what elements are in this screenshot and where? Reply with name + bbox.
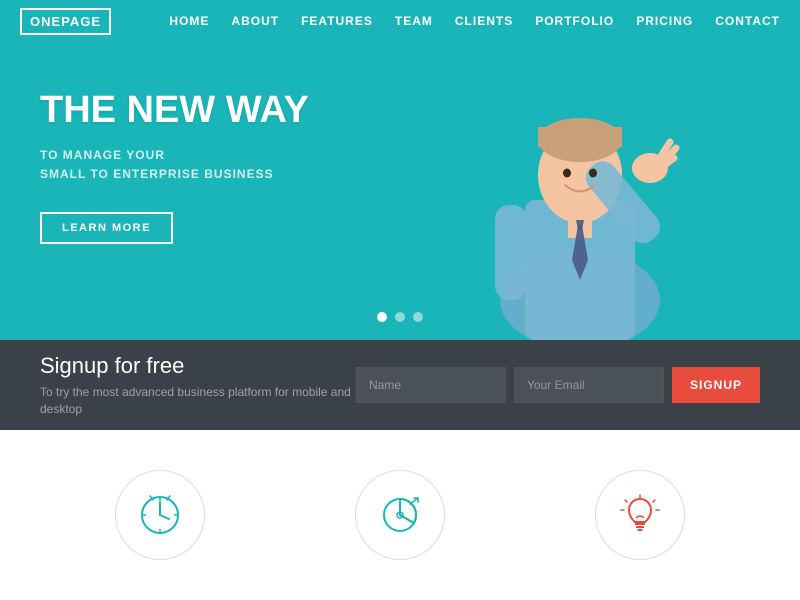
feature-item-clock xyxy=(115,470,205,560)
hero-subtitle-line2: SMALL TO ENTERPRISE BUSINESS xyxy=(40,167,274,181)
nav-contact[interactable]: CONTACT xyxy=(715,14,780,28)
logo-page: PAGE xyxy=(61,14,101,29)
signup-email-input[interactable] xyxy=(514,367,664,403)
feature-icon-circle-clock xyxy=(115,470,205,560)
logo[interactable]: ONEPAGE xyxy=(20,8,111,35)
nav-about[interactable]: ABOUT xyxy=(231,14,279,28)
signup-title: Signup for free xyxy=(40,353,351,379)
slider-dot-3[interactable] xyxy=(413,312,423,322)
nav-home[interactable]: HOME xyxy=(169,14,209,28)
signup-text-area: Signup for free To try the most advanced… xyxy=(40,353,351,418)
hero-section: ONEPAGE HOME ABOUT FEATURES TEAM CLIENTS… xyxy=(0,0,800,340)
feature-icon-circle-bulb xyxy=(595,470,685,560)
signup-name-input[interactable] xyxy=(356,367,506,403)
nav-features[interactable]: FEATURES xyxy=(301,14,373,28)
clock-icon xyxy=(135,490,185,540)
signup-form: SIGNUP xyxy=(356,367,760,403)
signup-desc: To try the most advanced business platfo… xyxy=(40,384,351,418)
signup-section: Signup for free To try the most advanced… xyxy=(0,340,800,430)
lightbulb-icon xyxy=(615,490,665,540)
signup-desc-line2: desktop xyxy=(40,402,82,416)
nav-pricing[interactable]: PRICING xyxy=(636,14,693,28)
learn-more-button[interactable]: LEARN MORE xyxy=(40,212,173,244)
signup-desc-line1: To try the most advanced business platfo… xyxy=(40,385,351,399)
hero-person-illustration xyxy=(440,0,720,340)
chart-icon xyxy=(375,490,425,540)
hero-subtitle: TO MANAGE YOUR SMALL TO ENTERPRISE BUSIN… xyxy=(40,146,309,184)
feature-item-bulb xyxy=(595,470,685,560)
slider-dot-2[interactable] xyxy=(395,312,405,322)
hero-subtitle-line1: TO MANAGE YOUR xyxy=(40,148,165,162)
signup-button[interactable]: SIGNUP xyxy=(672,367,760,403)
main-nav: HOME ABOUT FEATURES TEAM CLIENTS PORTFOL… xyxy=(169,14,780,28)
hero-title: THE NEW WAY xyxy=(40,90,309,132)
feature-icon-circle-chart xyxy=(355,470,445,560)
logo-one: ONE xyxy=(30,14,61,29)
feature-item-chart xyxy=(355,470,445,560)
nav-team[interactable]: TEAM xyxy=(395,14,433,28)
slider-dots xyxy=(377,312,423,322)
site-header: ONEPAGE HOME ABOUT FEATURES TEAM CLIENTS… xyxy=(0,0,800,42)
slider-dot-1[interactable] xyxy=(377,312,387,322)
hero-content: THE NEW WAY TO MANAGE YOUR SMALL TO ENTE… xyxy=(40,90,309,244)
nav-portfolio[interactable]: PORTFOLIO xyxy=(535,14,614,28)
nav-clients[interactable]: CLIENTS xyxy=(455,14,513,28)
features-section xyxy=(0,430,800,600)
person-svg xyxy=(450,20,710,340)
